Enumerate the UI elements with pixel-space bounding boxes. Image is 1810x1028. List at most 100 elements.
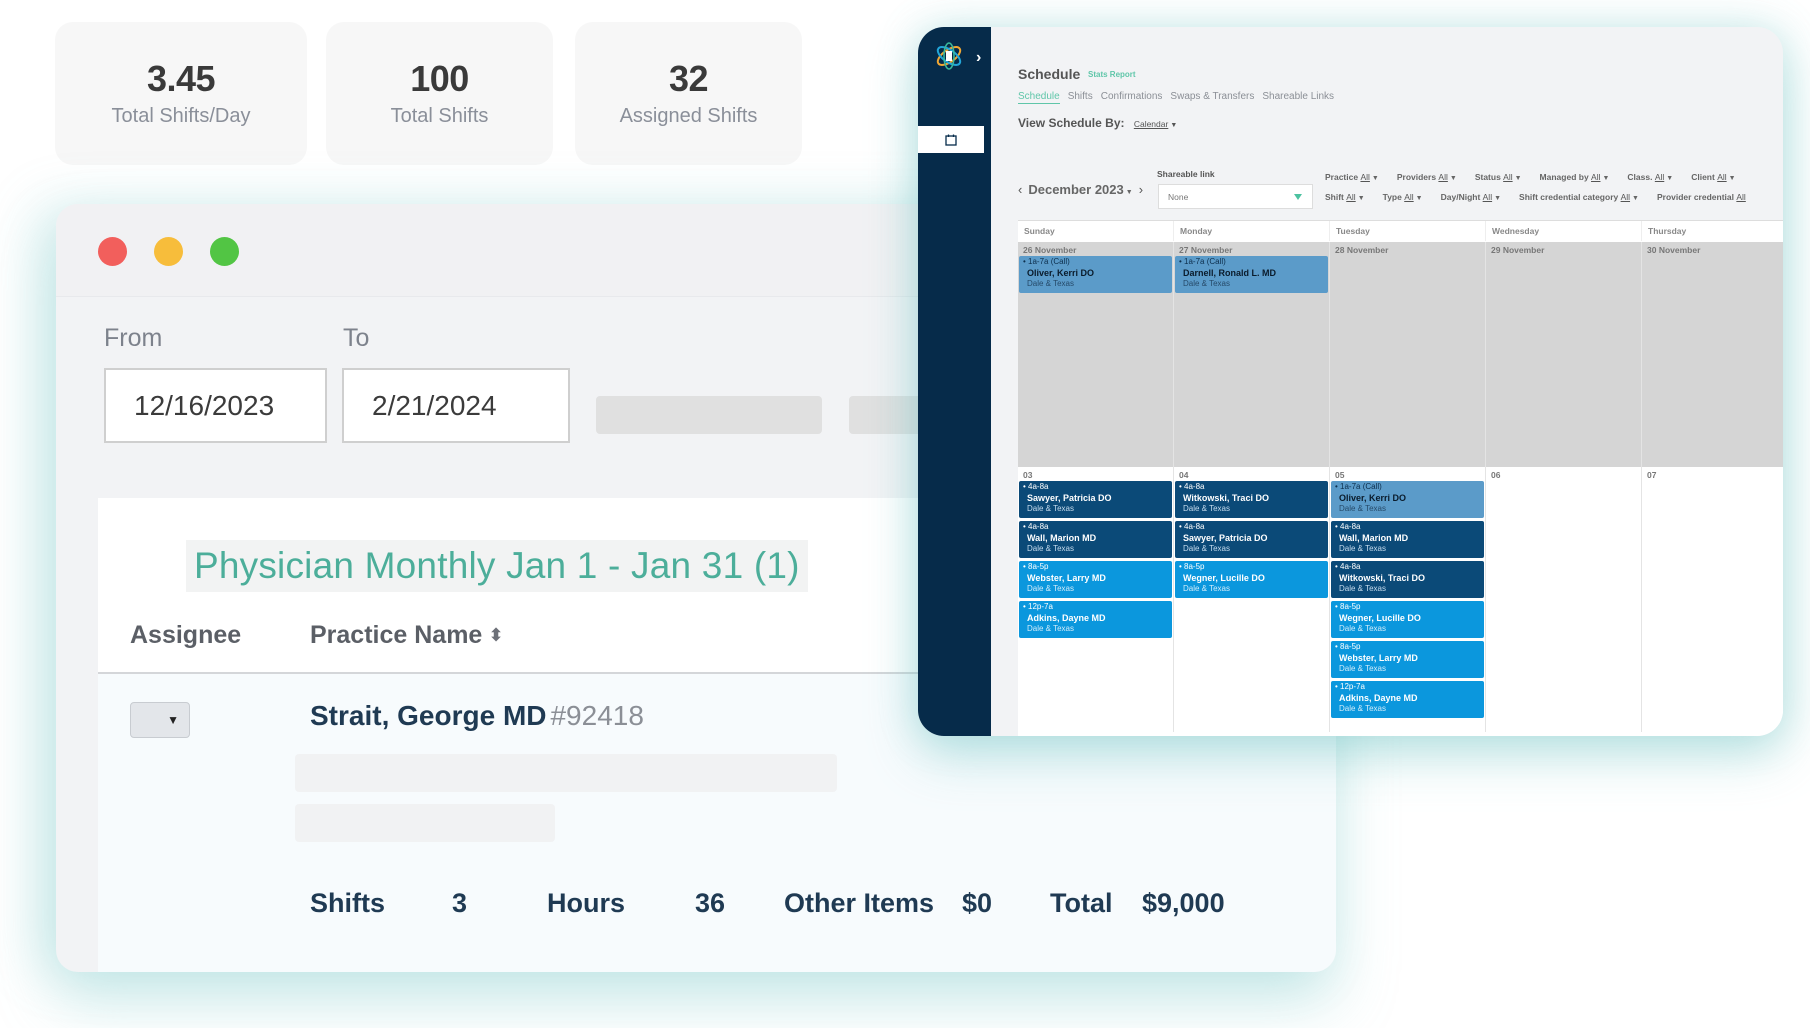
shift-location: Dale & Texas bbox=[1027, 279, 1074, 288]
app-logo-icon[interactable] bbox=[934, 41, 964, 71]
shift-location: Dale & Texas bbox=[1183, 504, 1230, 513]
filter-shift-credential-category[interactable]: Shift credential category All ▼ bbox=[1519, 192, 1639, 202]
shift-block[interactable]: • 1a-7a (Call) Oliver, Kerri DO Dale & Tex… bbox=[1331, 481, 1484, 518]
calendar-day-cell[interactable]: 04 • 4a-8a Witkowski, Traci DO Dale & Texas… bbox=[1174, 467, 1330, 732]
minimize-window-button[interactable] bbox=[154, 237, 183, 266]
calendar-day-cell[interactable]: 07 bbox=[1642, 467, 1783, 732]
calendar-day-cell[interactable]: 05 • 1a-7a (Call) Oliver, Kerri DO Dale & T… bbox=[1330, 467, 1486, 732]
weekday-header: Wednesday bbox=[1486, 221, 1642, 241]
shift-provider: Sawyer, Patricia DO bbox=[1183, 533, 1268, 543]
shift-location: Dale & Texas bbox=[1027, 504, 1074, 513]
filter-day-night[interactable]: Day/Night All ▼ bbox=[1441, 192, 1501, 202]
shift-block[interactable]: • 8a-5p Webster, Larry MD Dale & Texas bbox=[1331, 641, 1484, 678]
calendar-day-cell[interactable]: 28 November bbox=[1330, 242, 1486, 467]
tab-shifts[interactable]: Shifts bbox=[1068, 91, 1093, 104]
tab-shareable-links[interactable]: Shareable Links bbox=[1262, 91, 1334, 104]
loading-placeholder bbox=[295, 754, 837, 792]
stat-label: Total Shifts/Day bbox=[111, 104, 251, 127]
tab-bar: Schedule Shifts Confirmations Swaps & Tr… bbox=[1018, 91, 1334, 104]
filter-label: Providers bbox=[1396, 172, 1439, 182]
shift-block[interactable]: • 4a-8a Sawyer, Patricia DO Dale & Texas bbox=[1019, 481, 1172, 518]
shift-block[interactable]: • 8a-5p Wegner, Lucille DO Dale & Texas bbox=[1331, 601, 1484, 638]
from-label: From bbox=[104, 324, 163, 352]
report-title[interactable]: Physician Monthly Jan 1 - Jan 31 (1) bbox=[186, 540, 808, 592]
maximize-window-button[interactable] bbox=[210, 237, 239, 266]
to-label: To bbox=[343, 324, 370, 352]
caret-down-icon: ▼ bbox=[1125, 189, 1133, 196]
shift-block[interactable]: • 1a-7a (Call) Oliver, Kerri DO Dale & Tex… bbox=[1019, 256, 1172, 293]
shareable-link-select[interactable]: None bbox=[1158, 184, 1313, 209]
shift-block[interactable]: • 12p-7a Adkins, Dayne MD Dale & Texas bbox=[1331, 681, 1484, 718]
weekday-header: Monday bbox=[1174, 221, 1330, 241]
shift-time: • 4a-8a bbox=[1023, 482, 1049, 491]
shift-provider: Adkins, Dayne MD bbox=[1339, 693, 1418, 703]
calendar-day-cell[interactable]: 30 November bbox=[1642, 242, 1783, 467]
filter-row-2: Shift All ▼ Type All ▼ Day/Night All ▼ Shift c… bbox=[1325, 192, 1764, 202]
filter-type[interactable]: Type All ▼ bbox=[1383, 192, 1423, 202]
sort-icon[interactable]: ⬍ bbox=[488, 625, 503, 645]
from-date-input[interactable]: 12/16/2023 bbox=[104, 368, 327, 443]
close-window-button[interactable] bbox=[98, 237, 127, 266]
to-date-input[interactable]: 2/21/2024 bbox=[342, 368, 570, 443]
sidebar-item-calendar[interactable] bbox=[918, 126, 984, 153]
tab-schedule[interactable]: Schedule bbox=[1018, 91, 1060, 104]
calendar-day-cell[interactable]: 26 November • 1a-7a (Call) Oliver, Kerri D… bbox=[1018, 242, 1174, 467]
shift-block[interactable]: • 1a-7a (Call) Darnell, Ronald L. MD Dale … bbox=[1175, 256, 1328, 293]
filter-provider-credential[interactable]: Provider credential All bbox=[1657, 192, 1746, 202]
calendar-grid: Sunday Monday Tuesday Wednesday Thursday 26 N… bbox=[1018, 220, 1783, 736]
day-date-label: 27 November bbox=[1179, 245, 1233, 255]
filter-class[interactable]: Class. All ▼ bbox=[1627, 172, 1673, 182]
shift-block[interactable]: • 4a-8a Sawyer, Patricia DO Dale & Texas bbox=[1175, 521, 1328, 558]
shift-block[interactable]: • 4a-8a Wall, Marion MD Dale & Texas bbox=[1019, 521, 1172, 558]
summary-hours-label: Hours bbox=[547, 888, 626, 918]
filter-client[interactable]: Client All ▼ bbox=[1691, 172, 1735, 182]
filter-shift[interactable]: Shift All ▼ bbox=[1325, 192, 1365, 202]
filter-label: Class. bbox=[1627, 172, 1655, 182]
caret-down-icon: ▼ bbox=[1415, 195, 1423, 202]
calendar-day-cell[interactable]: 29 November bbox=[1486, 242, 1642, 467]
caret-down-icon: ▼ bbox=[1449, 175, 1457, 182]
day-date-label: 04 bbox=[1179, 470, 1189, 480]
column-header-practice-name[interactable]: Practice Name ⬍ bbox=[310, 621, 503, 650]
shift-block[interactable]: • 8a-5p Wegner, Lucille DO Dale & Texas bbox=[1175, 561, 1328, 598]
tab-swaps-transfers[interactable]: Swaps & Transfers bbox=[1170, 91, 1254, 104]
filter-value: All bbox=[1503, 172, 1513, 182]
stats-report-link[interactable]: Stats Report bbox=[1088, 70, 1136, 79]
day-date-label: 05 bbox=[1335, 470, 1345, 480]
shift-time: • 4a-8a bbox=[1179, 482, 1205, 491]
shift-time: • 4a-8a bbox=[1335, 562, 1361, 571]
caret-down-icon: ▼ bbox=[1371, 175, 1379, 182]
next-month-icon[interactable]: › bbox=[1139, 182, 1143, 197]
shift-block[interactable]: • 8a-5p Webster, Larry MD Dale & Texas bbox=[1019, 561, 1172, 598]
weekday-header: Tuesday bbox=[1330, 221, 1486, 241]
filter-status[interactable]: Status All ▼ bbox=[1475, 172, 1522, 182]
filter-placeholder[interactable] bbox=[596, 396, 822, 434]
month-dropdown[interactable]: December 2023 ▼ bbox=[1028, 182, 1132, 197]
day-date-label: 29 November bbox=[1491, 245, 1545, 255]
filter-providers[interactable]: Providers All ▼ bbox=[1397, 172, 1457, 182]
assignee-dropdown[interactable]: ▼ bbox=[130, 702, 190, 738]
shift-location: Dale & Texas bbox=[1027, 624, 1074, 633]
caret-down-icon: ▼ bbox=[1514, 175, 1522, 182]
view-by-dropdown[interactable]: Calendar ▼ bbox=[1134, 119, 1177, 129]
column-header-label: Practice Name bbox=[310, 621, 483, 649]
filter-managed-by[interactable]: Managed by All ▼ bbox=[1540, 172, 1610, 182]
shift-location: Dale & Texas bbox=[1183, 279, 1230, 288]
shareable-link-value: None bbox=[1168, 191, 1189, 202]
filter-value: All bbox=[1482, 192, 1493, 202]
calendar-day-cell[interactable]: 06 bbox=[1486, 467, 1642, 732]
shift-time: • 12p-7a bbox=[1335, 682, 1365, 691]
expand-sidebar-icon[interactable]: › bbox=[976, 49, 981, 67]
filter-value: All bbox=[1736, 192, 1746, 202]
shift-block[interactable]: • 4a-8a Wall, Marion MD Dale & Texas bbox=[1331, 521, 1484, 558]
shift-block[interactable]: • 12p-7a Adkins, Dayne MD Dale & Texas bbox=[1019, 601, 1172, 638]
prev-month-icon[interactable]: ‹ bbox=[1018, 182, 1022, 197]
tab-confirmations[interactable]: Confirmations bbox=[1101, 91, 1163, 104]
provider-name: Strait, George MD bbox=[310, 700, 547, 731]
filter-practice[interactable]: Practice All ▼ bbox=[1325, 172, 1379, 182]
shift-block[interactable]: • 4a-8a Witkowski, Traci DO Dale & Texas bbox=[1331, 561, 1484, 598]
shift-provider: Wall, Marion MD bbox=[1339, 533, 1409, 543]
calendar-day-cell[interactable]: 27 November • 1a-7a (Call) Darnell, Ronald… bbox=[1174, 242, 1330, 467]
shift-block[interactable]: • 4a-8a Witkowski, Traci DO Dale & Texas bbox=[1175, 481, 1328, 518]
calendar-day-cell[interactable]: 03 • 4a-8a Sawyer, Patricia DO Dale & Texas… bbox=[1018, 467, 1174, 732]
